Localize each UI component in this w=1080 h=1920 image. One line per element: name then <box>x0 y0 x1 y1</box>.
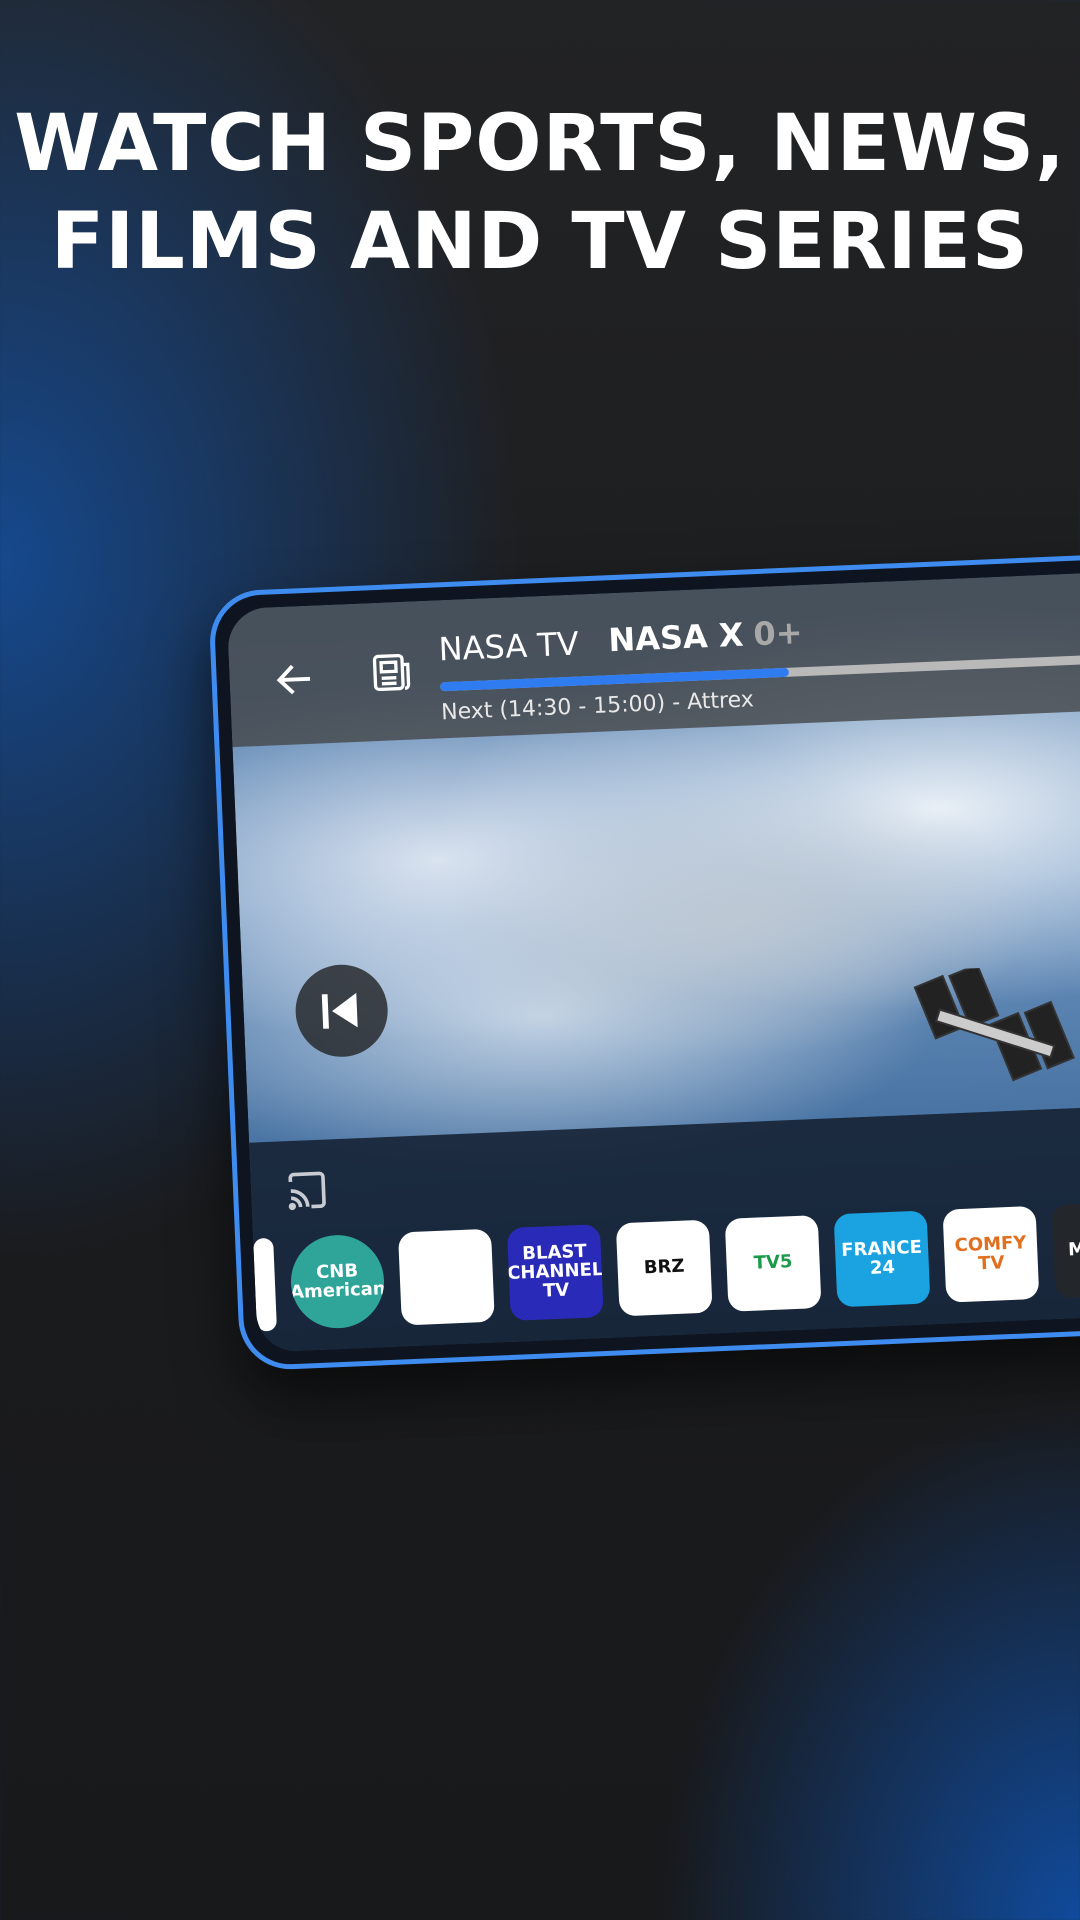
channel-logo-label: COMFY TV <box>954 1231 1027 1274</box>
headline: WATCH SPORTS, NEWS, FILMS AND TV SERIES <box>0 95 1080 291</box>
previous-channel-button[interactable] <box>293 962 390 1059</box>
channel-logo-france-24[interactable]: FRANCE 24 <box>833 1210 931 1308</box>
channel-logo-comfy-tv[interactable]: COMFY TV <box>942 1205 1040 1303</box>
channel-logo-label: BLAST CHANNEL TV <box>506 1240 604 1302</box>
channel-logo-label: CNB American <box>289 1259 386 1303</box>
channel-logo-label: My Ho <box>1067 1237 1080 1261</box>
channel-strip: CNB American BLAST CHANNEL TV BRZ TV5 FRANCE… <box>249 1097 1080 1353</box>
channel-logo-brz[interactable]: BRZ <box>615 1219 713 1317</box>
channel-name: NASA TV <box>437 624 580 669</box>
program-title-text: NASA X <box>607 615 745 660</box>
channel-logo-label: FRANCE 24 <box>840 1236 923 1279</box>
channel-logo-label: BRZ <box>643 1255 685 1279</box>
channel-logo-partial[interactable] <box>253 1237 277 1332</box>
channel-logo-tv5[interactable]: TV5 <box>724 1215 822 1312</box>
channel-logo-cnb-american[interactable]: CNB American <box>289 1233 386 1331</box>
program-title: NASA X 0+ <box>608 613 804 659</box>
tablet-mockup: NASA TV NASA X 0+ Next (14:30 - 15:00) - … <box>208 545 1080 1372</box>
channel-logo-my-home[interactable]: My Ho <box>1051 1201 1080 1299</box>
channel-logo-label: TV5 <box>753 1251 793 1274</box>
channel-logo-blast-channel-tv[interactable]: BLAST CHANNEL TV <box>506 1224 604 1321</box>
channel-logo-world-flags[interactable] <box>397 1228 495 1326</box>
skip-previous-icon <box>321 992 358 1029</box>
video-player[interactable]: NASA TV NASA X 0+ Next (14:30 - 15:00) - … <box>226 563 1080 1353</box>
channel-list: CNB American BLAST CHANNEL TV BRZ TV5 FRANCE… <box>253 1201 1080 1332</box>
newspaper-icon[interactable] <box>369 649 415 695</box>
age-rating: 0+ <box>752 613 804 654</box>
next-program: Next (14:30 - 15:00) - Attrex <box>440 687 755 726</box>
headline-line-1: WATCH SPORTS, NEWS, <box>14 99 1066 189</box>
cast-icon[interactable] <box>284 1169 330 1211</box>
arrow-left-icon[interactable] <box>271 656 319 704</box>
space-station-image <box>913 964 1075 1082</box>
headline-line-2: FILMS AND TV SERIES <box>50 197 1030 287</box>
